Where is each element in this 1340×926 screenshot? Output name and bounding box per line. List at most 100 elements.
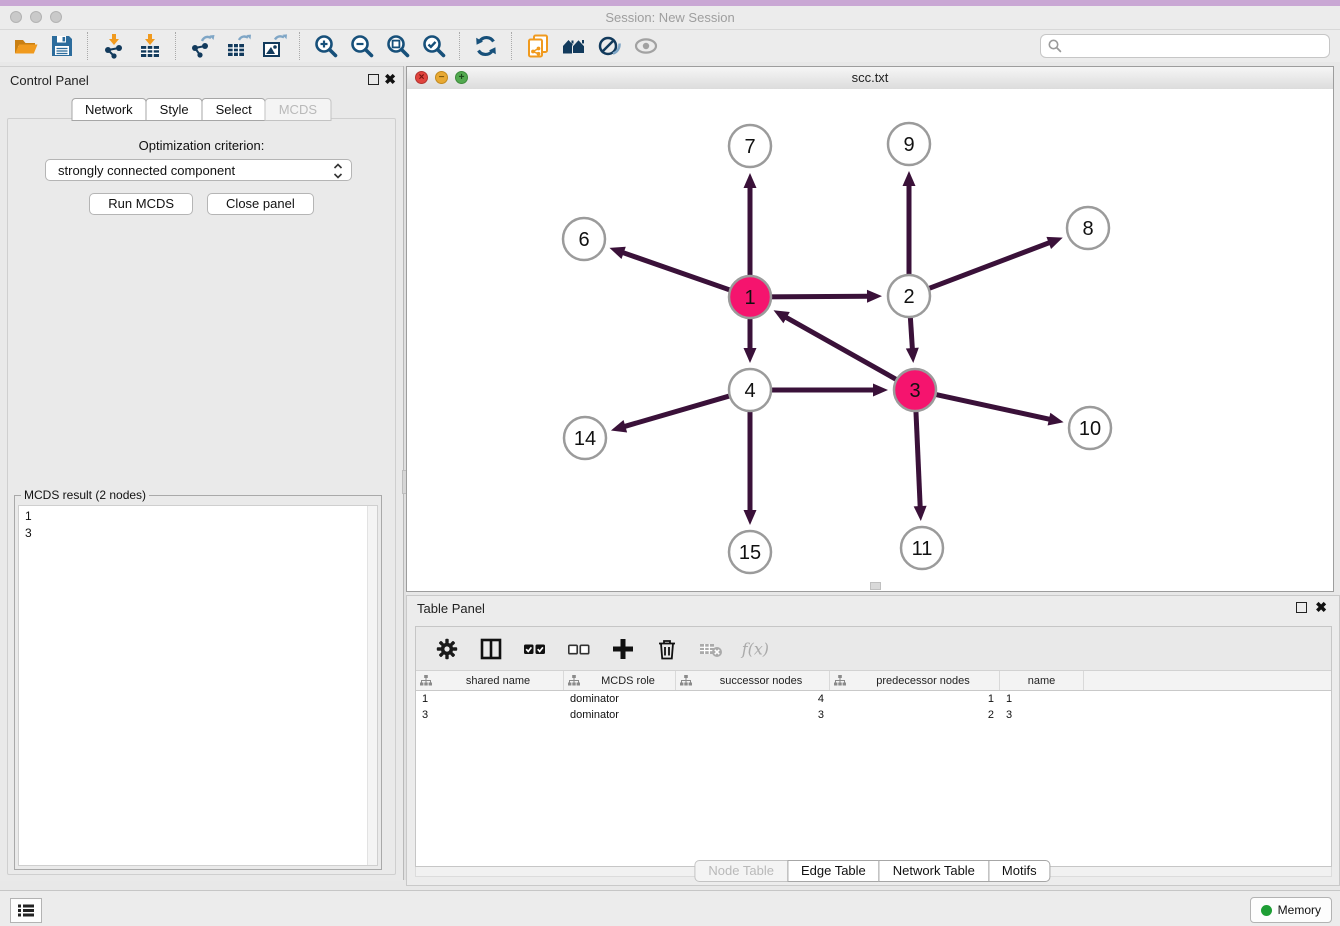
search-field[interactable] [1040, 34, 1330, 58]
control-panel-float-button[interactable] [368, 74, 379, 85]
graph-edge-4-14[interactable] [623, 394, 735, 427]
table-cell[interactable]: dominator [564, 707, 676, 723]
mcds-panel: Optimization criterion: strongly connect… [7, 118, 396, 875]
import-network-icon [101, 33, 127, 59]
table-panel-tabs: Node TableEdge TableNetwork TableMotifs [695, 860, 1050, 882]
export-table-icon [225, 33, 251, 59]
tab-network[interactable]: Network [71, 98, 147, 121]
table-cell[interactable]: 3 [416, 707, 564, 723]
table-body: 1dominator4113dominator323 [416, 691, 1331, 723]
settings-button[interactable] [432, 634, 462, 664]
mcds-result-title: MCDS result (2 nodes) [21, 488, 149, 502]
graph-edge-3-11[interactable] [916, 405, 921, 508]
export-network-button[interactable] [184, 31, 220, 61]
add-column-icon [610, 636, 636, 662]
export-image-button[interactable] [256, 31, 292, 61]
table-cell[interactable]: 1 [1000, 691, 1084, 707]
network-resize-grip[interactable] [870, 582, 881, 590]
graph-edge-2-8[interactable] [923, 242, 1051, 290]
column-hierarchy-icon [834, 675, 846, 686]
graph-edge-1-2[interactable] [765, 296, 869, 297]
tab-mcds[interactable]: MCDS [265, 98, 331, 121]
column-header-label: successor nodes [697, 675, 825, 687]
search-input[interactable] [1063, 36, 1329, 56]
zoom-in-button[interactable] [308, 31, 344, 61]
column-header-mcds-role[interactable]: MCDS role [564, 671, 676, 690]
memory-button[interactable]: Memory [1250, 897, 1332, 923]
table-cell[interactable]: 1 [416, 691, 564, 707]
control-panel-close-button[interactable]: ✖ [384, 71, 396, 87]
graph-edge-arrow [611, 420, 627, 432]
table-cell[interactable]: dominator [564, 691, 676, 707]
table-cell[interactable]: 2 [830, 707, 1000, 723]
select-all-button[interactable] [520, 634, 550, 664]
table-cell[interactable]: 1 [830, 691, 1000, 707]
graph-edge-1-6[interactable] [622, 252, 736, 292]
tab-select[interactable]: Select [202, 98, 266, 121]
settings-icon [434, 636, 460, 662]
column-layout-button[interactable] [476, 634, 506, 664]
mcds-result-scrollbar[interactable] [367, 506, 377, 865]
tab-motifs[interactable]: Motifs [988, 860, 1051, 882]
import-network-button[interactable] [96, 31, 132, 61]
import-table-button[interactable] [132, 31, 168, 61]
graph-edge-arrow [906, 348, 919, 363]
table-cell[interactable]: 4 [676, 691, 830, 707]
column-header-shared-name[interactable]: shared name [416, 671, 564, 690]
graph-node-label-4: 4 [744, 380, 755, 402]
zoom-out-button[interactable] [344, 31, 380, 61]
mcds-result-list[interactable]: 13 [18, 505, 378, 866]
zoom-fit-button[interactable] [380, 31, 416, 61]
tab-edge-table[interactable]: Edge Table [787, 860, 880, 882]
refresh-button[interactable] [468, 31, 504, 61]
tab-style[interactable]: Style [146, 98, 203, 121]
graph-edge-3-10[interactable] [930, 393, 1051, 419]
network-from-selection-button[interactable] [520, 31, 556, 61]
optimization-criterion-select[interactable]: strongly connected component [45, 159, 352, 181]
column-header-label: MCDS role [585, 675, 671, 687]
home-button[interactable] [556, 31, 592, 61]
table-cell[interactable]: 3 [676, 707, 830, 723]
open-session-icon [13, 33, 39, 59]
deselect-all-button[interactable] [564, 634, 594, 664]
tab-node-table[interactable]: Node Table [694, 860, 788, 882]
column-hierarchy-icon [568, 675, 580, 686]
open-session-button[interactable] [8, 31, 44, 61]
window-title: Session: New Session [0, 10, 1340, 25]
table-row[interactable]: 3dominator323 [416, 707, 1331, 723]
mcds-buttons-row: Run MCDS Close panel [8, 193, 395, 215]
function-builder-button[interactable]: f(x) [740, 634, 770, 664]
eye-button[interactable] [628, 31, 664, 61]
table-panel: Table Panel ✖ f(x) shared nameMCDS roles… [406, 595, 1340, 886]
zoom-selected-button[interactable] [416, 31, 452, 61]
close-panel-button[interactable]: Close panel [207, 193, 314, 215]
table-row[interactable]: 1dominator411 [416, 691, 1331, 707]
save-session-button[interactable] [44, 31, 80, 61]
network-window: × − + scc.txt 7968124314101511 [406, 66, 1334, 592]
task-history-button[interactable] [10, 898, 42, 923]
run-mcds-button[interactable]: Run MCDS [89, 193, 193, 215]
graphics-details-button[interactable] [592, 31, 628, 61]
graph-node-label-6: 6 [578, 229, 589, 251]
tab-network-table[interactable]: Network Table [879, 860, 989, 882]
delete-column-button[interactable] [652, 634, 682, 664]
graph-canvas[interactable]: 7968124314101511 [407, 89, 1333, 591]
column-hierarchy-icon [420, 675, 432, 686]
table-panel-float-button[interactable] [1296, 602, 1307, 613]
column-header-predecessor-nodes[interactable]: predecessor nodes [830, 671, 1000, 690]
deselect-all-icon [566, 636, 592, 662]
control-panel-tabs: NetworkStyleSelectMCDS [72, 98, 331, 121]
table-panel-close-button[interactable]: ✖ [1315, 599, 1327, 615]
table-cell[interactable]: 3 [1000, 707, 1084, 723]
column-layout-icon [478, 636, 504, 662]
add-column-button[interactable] [608, 634, 638, 664]
column-header-name[interactable]: name [1000, 671, 1084, 690]
network-window-titlebar: × − + scc.txt [407, 67, 1333, 90]
export-table-button[interactable] [220, 31, 256, 61]
graph-edge-3-1[interactable] [785, 317, 902, 383]
column-header-successor-nodes[interactable]: successor nodes [676, 671, 830, 690]
network-canvas[interactable]: 7968124314101511 [407, 89, 1333, 591]
graph-edge-arrow [609, 247, 625, 259]
column-header-label: predecessor nodes [851, 675, 995, 687]
delete-table-button[interactable] [696, 634, 726, 664]
